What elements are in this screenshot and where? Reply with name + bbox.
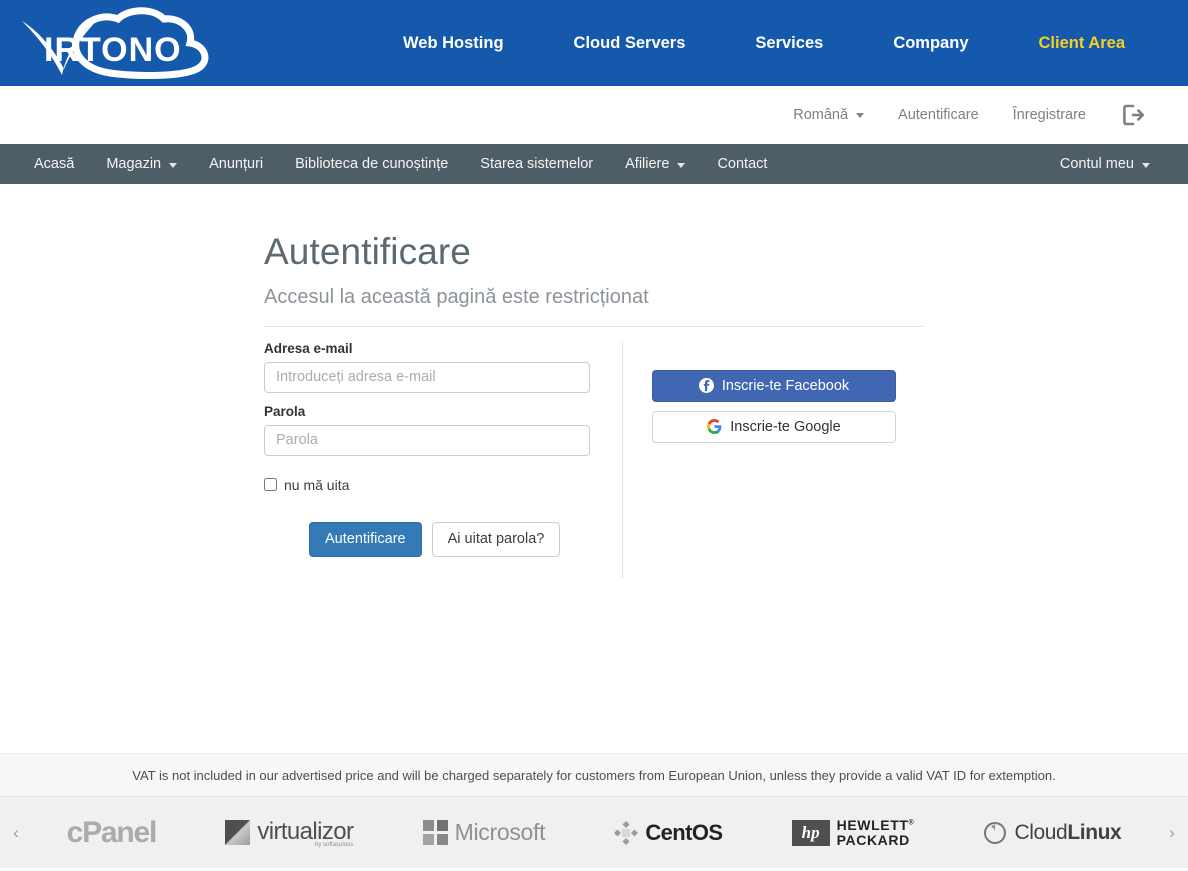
chevron-down-icon [169, 162, 178, 168]
register-link[interactable]: Înregistrare [1013, 107, 1086, 123]
client-navigation-bar: Acasă Magazin Anunțuri Biblioteca de cun… [0, 144, 1188, 184]
email-label: Adresa e-mail [264, 340, 353, 356]
cloudlinux-part2: Linux [1067, 820, 1122, 844]
client-nav-magazin[interactable]: Magazin [90, 156, 193, 172]
hp-mark-icon: hp [791, 819, 830, 846]
login-submit-button[interactable]: Autentificare [309, 521, 422, 557]
microsoft-squares-icon [422, 820, 448, 845]
sign-out-glyph [1123, 104, 1145, 125]
nav-cloud-servers[interactable]: Cloud Servers [539, 34, 721, 53]
logo-microsoft[interactable]: Microsoft [422, 819, 546, 846]
facebook-signup-label: Inscrie-te Facebook [721, 377, 850, 394]
vat-notice-bar: VAT is not included in our advertised pr… [0, 753, 1188, 797]
vat-notice-text: VAT is not included in our advertised pr… [132, 767, 1056, 783]
virtono-logo-icon: IRTONO [22, 7, 209, 79]
logo-virtualizor[interactable]: virtualizor by softaculous [225, 817, 354, 848]
client-nav-anunturi[interactable]: Anunțuri [193, 156, 279, 172]
field-spacer [264, 393, 592, 404]
logo-centos[interactable]: CentOS [614, 819, 723, 846]
nav-company[interactable]: Company [858, 34, 1003, 53]
page-subtitle: Accesul la această pagină este restricți… [264, 285, 649, 308]
svg-text:IRTONO: IRTONO [44, 31, 182, 69]
social-login-column: Inscrie-te Facebook Inscrie-te Google [652, 341, 924, 578]
client-nav-afiliere[interactable]: Afiliere [609, 156, 701, 172]
hp-logo-text: HEWLETT® PACKARD [836, 816, 915, 848]
client-nav-left: Acasă Magazin Anunțuri Biblioteca de cun… [0, 156, 783, 172]
centos-logo-text: CentOS [645, 819, 723, 845]
remember-me-checkbox[interactable] [264, 478, 277, 492]
carousel-next-arrow-icon[interactable]: › [1156, 823, 1188, 843]
brand-header: IRTONO Web Hosting Cloud Servers Service… [0, 0, 1188, 86]
hp-logo-line2: PACKARD [836, 831, 910, 848]
google-signup-button[interactable]: Inscrie-te Google [652, 410, 896, 443]
client-nav-right: Contul meu [1044, 156, 1166, 172]
email-field[interactable] [264, 361, 590, 393]
microsoft-logo-text: Microsoft [454, 819, 546, 845]
form-actions: Autentificare Ai uitat parola? [264, 521, 592, 557]
chevron-down-icon [677, 162, 686, 168]
carousel-track: cPanel virtualizor by softaculous Micros… [32, 797, 1156, 868]
centos-mark-icon [614, 820, 639, 845]
nav-client-area[interactable]: Client Area [1004, 34, 1161, 53]
client-nav-contact-label: Contact [717, 156, 768, 172]
forgot-password-button[interactable]: Ai uitat parola? [431, 521, 561, 557]
cpanel-logo-text: cPanel [66, 815, 158, 849]
cloudlinux-part1: Cloud [1014, 820, 1068, 844]
hp-registered-icon: ® [908, 819, 915, 827]
password-label: Parola [264, 403, 306, 419]
password-field[interactable] [264, 424, 590, 456]
client-nav-acasa[interactable]: Acasă [18, 156, 90, 172]
main-content: Autentificare Accesul la această pagină … [0, 184, 1188, 753]
partner-logo-carousel: ‹ cPanel virtualizor by softaculous Micr… [0, 797, 1188, 868]
site-logo[interactable]: IRTONO [18, 7, 228, 79]
virtualizor-logo-block: virtualizor by softaculous [257, 817, 354, 848]
login-form: Adresa e-mail Parola nu mă uita Autentif… [264, 341, 622, 578]
language-label: Română [793, 106, 849, 123]
facebook-icon [698, 378, 714, 394]
google-icon [707, 419, 722, 435]
client-nav-acasa-label: Acasă [34, 156, 75, 172]
chevron-down-icon [856, 113, 865, 118]
client-nav-biblioteca-label: Biblioteca de cunoștințe [295, 156, 449, 172]
login-panel: Autentificare Accesul la această pagină … [264, 184, 924, 578]
hp-logo-line1: HEWLETT [836, 816, 909, 833]
client-nav-contul-meu[interactable]: Contul meu [1044, 156, 1166, 172]
carousel-prev-arrow-icon[interactable]: ‹ [0, 823, 32, 843]
client-nav-contul-meu-label: Contul meu [1059, 156, 1134, 172]
utility-bar: Română Autentificare Înregistrare [0, 86, 1188, 144]
language-selector[interactable]: Română [793, 106, 865, 123]
remember-me-label: nu mă uita [284, 476, 350, 493]
nav-web-hosting[interactable]: Web Hosting [368, 34, 539, 53]
client-nav-anunturi-label: Anunțuri [209, 156, 264, 172]
login-columns: Adresa e-mail Parola nu mă uita Autentif… [264, 340, 924, 578]
client-nav-afiliere-label: Afiliere [625, 156, 670, 172]
facebook-signup-button[interactable]: Inscrie-te Facebook [652, 369, 896, 402]
remember-me-row: nu mă uita [264, 477, 592, 493]
client-nav-contact[interactable]: Contact [701, 156, 783, 172]
chevron-down-icon [1142, 162, 1150, 168]
column-divider [622, 340, 623, 578]
cloudlinux-mark-icon [984, 821, 1007, 844]
logo-hewlett-packard[interactable]: hp HEWLETT® PACKARD [791, 816, 915, 848]
sign-out-icon[interactable] [1120, 102, 1146, 128]
client-nav-starea-sistemelor[interactable]: Starea sistemelor [464, 156, 609, 172]
cloudlinux-logo-text: CloudLinux [1014, 821, 1121, 845]
virtualizor-logo-text: virtualizor [257, 817, 354, 845]
page-title: Autentificare [264, 231, 471, 272]
main-navigation: Web Hosting Cloud Servers Services Compa… [368, 34, 1160, 53]
nav-services[interactable]: Services [720, 34, 858, 53]
login-link[interactable]: Autentificare [898, 107, 979, 123]
logo-cloudlinux[interactable]: CloudLinux [983, 821, 1122, 845]
client-nav-starea-label: Starea sistemelor [480, 156, 594, 172]
client-nav-biblioteca[interactable]: Biblioteca de cunoștințe [279, 156, 464, 172]
virtualizor-mark-icon [225, 820, 251, 845]
logo-cpanel[interactable]: cPanel [66, 815, 158, 850]
google-signup-label: Inscrie-te Google [730, 418, 841, 435]
title-divider [264, 325, 924, 327]
client-nav-magazin-label: Magazin [106, 156, 162, 172]
